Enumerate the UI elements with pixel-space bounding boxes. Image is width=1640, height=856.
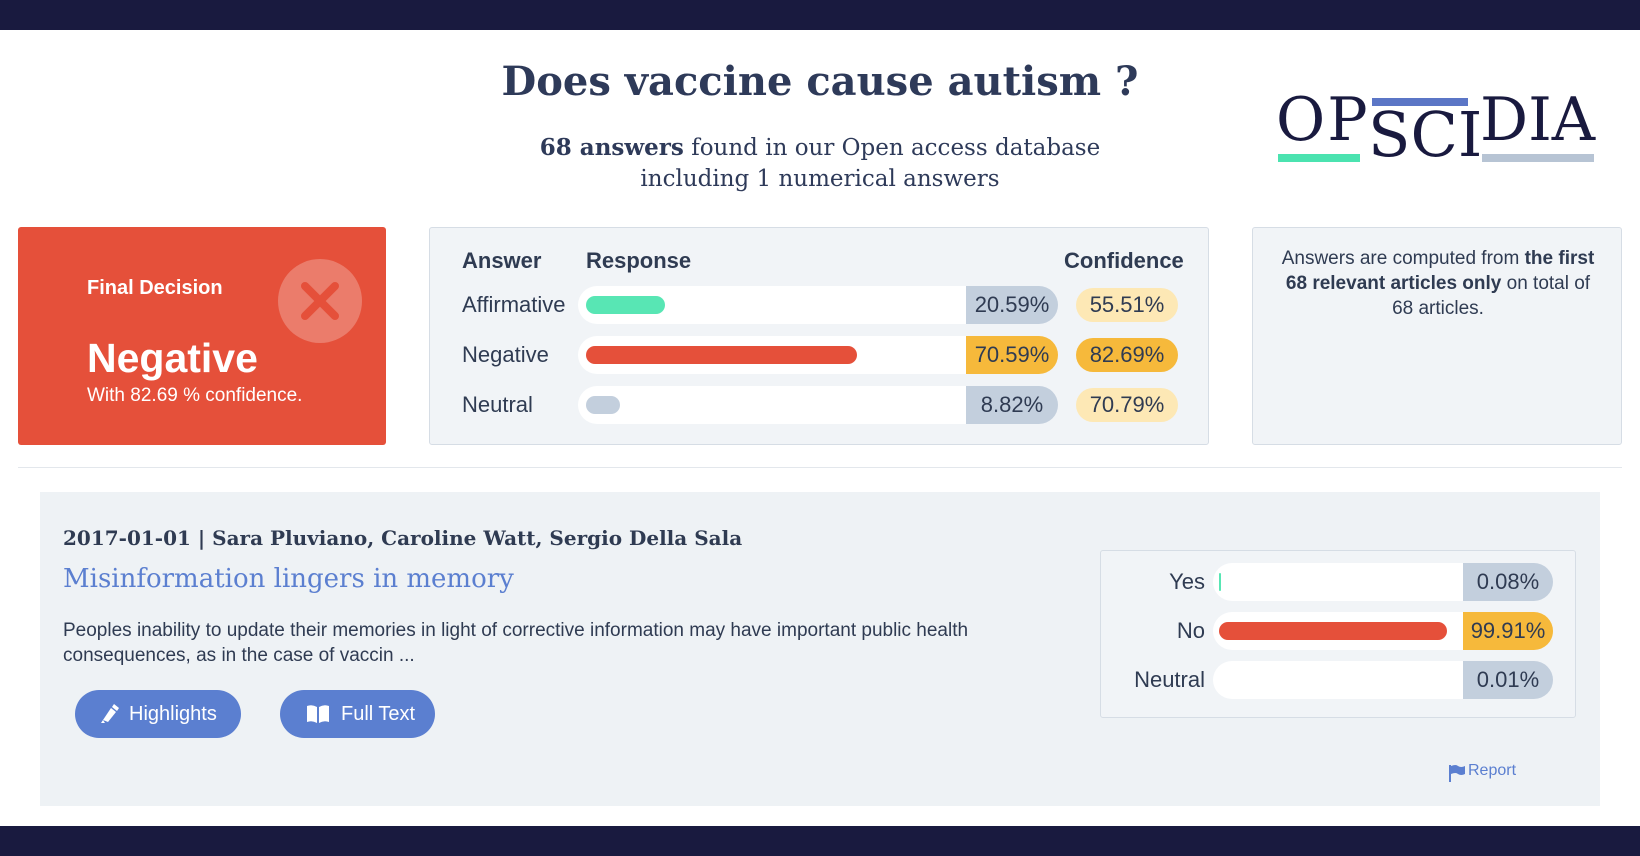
score-row-no: No 99.91% — [1101, 612, 1577, 650]
answer-row-neutral: Neutral 8.82% 70.79% — [430, 386, 1210, 424]
confidence-badge: 82.69% — [1076, 338, 1178, 372]
response-track — [578, 286, 1014, 324]
score-percent: 99.91% — [1463, 612, 1553, 650]
answers-found-text: found in our Open access database — [691, 135, 1101, 161]
section-divider — [18, 467, 1622, 468]
computation-info-card: Answers are computed from the first 68 r… — [1252, 227, 1622, 445]
score-label: Yes — [1169, 569, 1205, 594]
score-percent: 0.08% — [1463, 563, 1553, 601]
report-label: Report — [1468, 762, 1517, 779]
score-label: No — [1176, 618, 1205, 643]
answer-row-negative: Negative 70.59% 82.69% — [430, 336, 1210, 374]
score-bar — [1219, 622, 1447, 640]
numerical-answers-text: including 1 numerical answers — [640, 166, 1000, 192]
opscidia-logo[interactable]: OP SCI DIA — [1276, 85, 1596, 171]
response-bar — [586, 346, 857, 364]
final-decision-value: Negative — [87, 335, 258, 381]
logo-dia-text: DIA — [1480, 85, 1596, 155]
column-header-answer: Answer — [462, 248, 542, 273]
article-title-link[interactable]: Misinformation lingers in memory — [63, 564, 514, 594]
confidence-badge: 55.51% — [1076, 288, 1178, 322]
article-date: 2017-01-01 — [63, 526, 191, 550]
logo-overline-blue — [1372, 98, 1468, 106]
response-bar — [586, 296, 665, 314]
score-track — [1213, 661, 1463, 699]
response-percent: 8.82% — [966, 386, 1058, 424]
logo-underline-green — [1278, 154, 1360, 162]
computation-info-text: Answers are computed from the first 68 r… — [1273, 246, 1603, 321]
score-track — [1213, 612, 1463, 650]
score-percent: 0.01% — [1463, 661, 1553, 699]
meta-separator: | — [190, 526, 213, 550]
score-label: Neutral — [1134, 667, 1205, 692]
article-card: 2017-01-01 | Sara Pluviano, Caroline Wat… — [40, 492, 1600, 806]
logo-sci-text: SCI — [1368, 98, 1483, 171]
top-bar — [0, 0, 1640, 30]
response-percent: 20.59% — [966, 286, 1058, 324]
highlighter-icon — [101, 704, 119, 723]
answer-label: Neutral — [462, 392, 533, 417]
logo-op-text: OP — [1276, 85, 1370, 155]
article-abstract: Peoples inability to update their memori… — [63, 620, 969, 666]
score-row-neutral: Neutral 0.01% — [1101, 661, 1577, 699]
column-header-response: Response — [586, 248, 692, 273]
answer-label: Negative — [462, 342, 549, 367]
answers-count: 68 answers — [539, 134, 684, 161]
response-track — [578, 336, 1014, 374]
score-row-yes: Yes 0.08% — [1101, 563, 1577, 601]
close-x-icon — [278, 259, 362, 343]
confidence-badge: 70.79% — [1076, 388, 1178, 422]
info-text-part1: Answers are computed from — [1281, 248, 1525, 269]
final-decision-confidence: With 82.69 % confidence. — [87, 385, 303, 406]
response-percent: 70.59% — [966, 336, 1058, 374]
final-decision-card: Final Decision Negative With 82.69 % con… — [18, 227, 386, 445]
answers-summary: 68 answers found in our Open access data… — [520, 132, 1120, 195]
article-meta: 2017-01-01 | Sara Pluviano, Caroline Wat… — [63, 526, 742, 550]
full-text-label: Full Text — [341, 703, 416, 725]
highlights-label: Highlights — [129, 703, 217, 725]
bottom-bar — [0, 826, 1640, 856]
full-text-button[interactable]: Full Text — [280, 690, 435, 738]
answers-table: Answer Response Confidence Affirmative 2… — [429, 227, 1209, 445]
article-scores-panel: Yes 0.08% No 99.91% Neutral 0.01% — [1100, 550, 1576, 718]
score-bar — [1219, 573, 1221, 591]
answer-label: Affirmative — [462, 292, 566, 317]
highlights-button[interactable]: Highlights — [75, 690, 241, 738]
flag-icon — [1449, 765, 1465, 782]
answer-row-affirmative: Affirmative 20.59% 55.51% — [430, 286, 1210, 324]
logo-underline-grey — [1482, 154, 1594, 162]
article-authors: Sara Pluviano, Caroline Watt, Sergio Del… — [212, 526, 743, 550]
column-header-confidence: Confidence — [1064, 248, 1184, 273]
response-bar — [586, 396, 620, 414]
final-decision-label: Final Decision — [87, 277, 223, 299]
response-track — [578, 386, 1014, 424]
score-track — [1213, 563, 1463, 601]
open-book-icon — [307, 705, 329, 723]
